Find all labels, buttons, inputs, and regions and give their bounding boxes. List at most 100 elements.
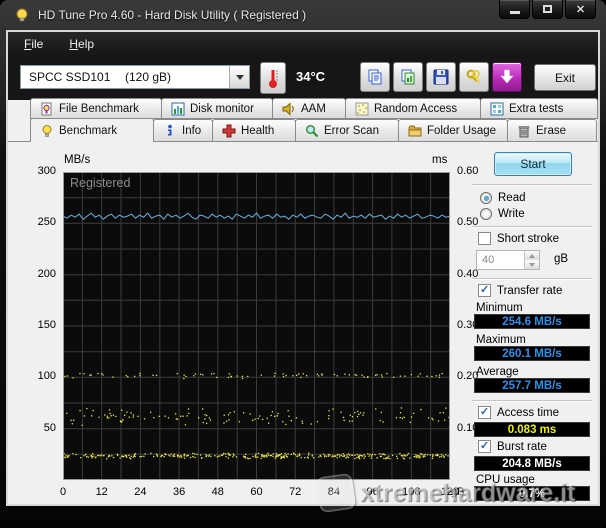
random-access-icon xyxy=(355,102,369,116)
left-axis-tick-label: 150 xyxy=(8,319,56,331)
x-axis-tick-label: 84 xyxy=(314,486,354,498)
checkbox-icon xyxy=(478,406,491,419)
benchmark-page: MB/s ms Registered 501001502002503000.10… xyxy=(8,141,598,504)
tab-random-access[interactable]: Random Access xyxy=(345,98,481,119)
toolbar-buttons xyxy=(360,62,522,92)
tab-extra-tests[interactable]: Extra tests xyxy=(480,98,598,119)
registered-watermark: Registered xyxy=(70,176,130,190)
short-stroke-label: Short stroke xyxy=(497,233,559,245)
tab-label: Extra tests xyxy=(509,103,563,115)
temperature-value: 34°C xyxy=(296,69,325,84)
minimum-value: 254.6 MB/s xyxy=(474,314,590,329)
client-area: File Help SPCC SSD101 (120 gB) 34°C xyxy=(6,30,600,506)
left-axis-unit-label: MB/s xyxy=(64,154,90,166)
app-lightbulb-icon xyxy=(14,7,30,23)
cpu-usage-label: CPU usage xyxy=(476,474,535,486)
transfer-rate-checkbox[interactable]: Transfer rate xyxy=(478,284,562,297)
separator xyxy=(472,278,592,280)
benchmark-lightbulb-icon xyxy=(40,124,54,138)
menu-help[interactable]: Help xyxy=(59,33,104,55)
maximum-label: Maximum xyxy=(476,334,526,346)
tab-label: File Benchmark xyxy=(59,103,139,115)
tab-disk-monitor[interactable]: Disk monitor xyxy=(161,98,273,119)
transfer-rate-label: Transfer rate xyxy=(497,285,562,297)
options-keys-button[interactable] xyxy=(459,62,489,92)
error-scan-magnifier-icon xyxy=(305,124,319,138)
x-axis-tick-label: 24 xyxy=(120,486,160,498)
tab-error-scan[interactable]: Error Scan xyxy=(295,119,399,142)
spinner-up-icon[interactable] xyxy=(525,251,539,260)
separator xyxy=(472,400,592,402)
x-axis-tick-label: 0 xyxy=(43,486,83,498)
thermometer-icon xyxy=(266,66,280,90)
tab-label: Random Access xyxy=(374,103,457,115)
copy-screenshot-button[interactable] xyxy=(393,62,423,92)
start-button[interactable]: Start xyxy=(494,152,572,176)
average-label: Average xyxy=(476,366,519,378)
tab-label: Benchmark xyxy=(59,125,117,137)
file-benchmark-icon xyxy=(40,102,54,116)
toolbar: SPCC SSD101 (120 gB) 34°C xyxy=(8,56,598,100)
minimum-label: Minimum xyxy=(476,302,523,314)
download-arrow-icon xyxy=(498,68,516,86)
read-label: Read xyxy=(498,192,526,204)
tab-info[interactable]: Info xyxy=(153,119,213,142)
exit-label: Exit xyxy=(555,71,575,85)
stroke-unit-label: gB xyxy=(554,253,568,265)
tab-folder-usage[interactable]: Folder Usage xyxy=(398,119,508,142)
left-axis-tick-label: 50 xyxy=(8,422,56,434)
close-button[interactable]: ✕ xyxy=(565,0,596,19)
x-axis-unit-label: gB xyxy=(451,486,464,498)
update-download-button[interactable] xyxy=(492,62,522,92)
minimize-button[interactable] xyxy=(499,0,530,19)
speaker-icon xyxy=(282,102,296,116)
temperature-button[interactable] xyxy=(260,62,286,94)
short-stroke-size-stepper[interactable]: 40 xyxy=(476,250,540,270)
spinner-buttons[interactable] xyxy=(524,251,539,269)
extra-tests-icon xyxy=(490,102,504,116)
copy-text-button[interactable] xyxy=(360,62,390,92)
read-radio[interactable]: Read xyxy=(480,192,526,204)
cpu-usage-value: 0.7% xyxy=(474,486,590,501)
tab-erase[interactable]: Erase xyxy=(507,119,597,142)
left-axis-tick-label: 100 xyxy=(8,370,56,382)
write-radio[interactable]: Write xyxy=(480,208,525,220)
spinner-down-icon[interactable] xyxy=(525,260,539,269)
write-label: Write xyxy=(498,208,525,220)
drive-selector-dropdown[interactable]: SPCC SSD101 (120 gB) xyxy=(20,65,250,89)
left-axis-tick-label: 250 xyxy=(8,216,56,228)
copy-text-icon xyxy=(366,68,384,86)
left-axis-tick-label: 300 xyxy=(8,165,56,177)
tab-label: Erase xyxy=(536,125,566,137)
minimize-icon xyxy=(510,11,520,14)
access-time-checkbox[interactable]: Access time xyxy=(478,406,559,419)
x-axis-tick-label: 12 xyxy=(82,486,122,498)
radio-icon xyxy=(480,208,492,220)
checkbox-icon xyxy=(478,440,491,453)
tab-label: Health xyxy=(241,125,274,137)
x-axis-tick-label: 60 xyxy=(237,486,277,498)
checkbox-icon xyxy=(478,232,491,245)
save-button[interactable] xyxy=(426,62,456,92)
exit-button[interactable]: Exit xyxy=(534,64,596,91)
short-stroke-checkbox[interactable]: Short stroke xyxy=(478,232,559,245)
menu-file[interactable]: File xyxy=(14,33,53,55)
burst-rate-checkbox[interactable]: Burst rate xyxy=(478,440,547,453)
tab-aam[interactable]: AAM xyxy=(272,98,346,119)
tab-label: Info xyxy=(182,125,201,137)
start-label: Start xyxy=(520,157,545,171)
tab-file-benchmark[interactable]: File Benchmark xyxy=(30,98,162,119)
right-axis-unit-label: ms xyxy=(432,154,447,166)
maximize-button[interactable] xyxy=(532,0,563,19)
tab-health[interactable]: Health xyxy=(212,119,296,142)
tab-benchmark[interactable]: Benchmark xyxy=(30,118,154,142)
window-title: HD Tune Pro 4.60 - Hard Disk Utility ( R… xyxy=(38,8,306,22)
folder-icon xyxy=(408,124,422,138)
x-axis-tick-label: 36 xyxy=(159,486,199,498)
separator xyxy=(472,226,592,228)
benchmark-controls-panel: Start Read Write Short stroke 40 gB xyxy=(466,142,598,505)
trash-icon xyxy=(517,124,531,138)
average-value: 257.7 MB/s xyxy=(474,378,590,393)
menu-bar: File Help xyxy=(8,32,598,56)
tab-label: AAM xyxy=(301,103,326,115)
